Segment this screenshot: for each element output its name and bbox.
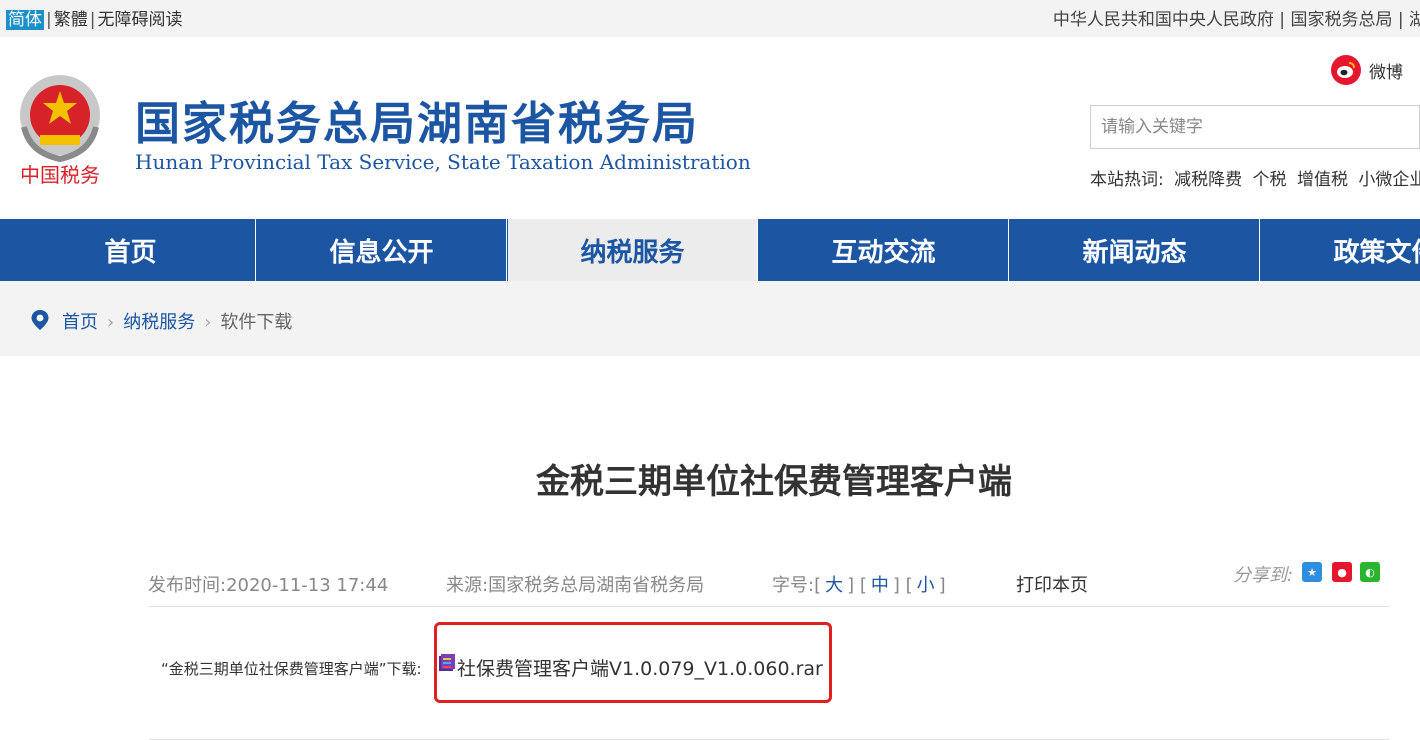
top-utility-bar: 简体 | 繁體 | 无障碍阅读 中华人民共和国中央人民政府 | 国家税务总局 | 湖 (0, 0, 1420, 37)
font-size-small-button[interactable]: 小 (917, 575, 935, 596)
font-size-medium-button[interactable]: 中 (871, 575, 889, 596)
breadcrumb-bar: 首页 › 纳税服务 › 软件下载 (0, 281, 1420, 356)
hot-word-link[interactable]: 小微企业 (1358, 170, 1420, 190)
breadcrumb-tax-service[interactable]: 纳税服务 (123, 312, 195, 333)
article-source: 来源:国家税务总局湖南省税务局 (446, 571, 704, 597)
lang-simplified-link[interactable]: 简体 (6, 10, 44, 30)
article-panel: 金税三期单位社保费管理客户端 发布时间:2020-11-13 17:44 来源:… (6, 356, 1420, 740)
accessibility-link[interactable]: 无障碍阅读 (97, 10, 182, 30)
breadcrumb-current: 软件下载 (220, 312, 293, 333)
publish-time: 发布时间:2020-11-13 17:44 (148, 571, 388, 597)
hot-word-link[interactable]: 减税降费 (1174, 170, 1242, 190)
weibo-link[interactable]: 微博 (1331, 55, 1403, 85)
weibo-share-icon[interactable]: ● (1332, 562, 1352, 582)
chevron-right-icon: › (107, 312, 115, 333)
highlight-box (434, 622, 832, 703)
language-switcher: 简体 | 繁體 | 无障碍阅读 (6, 5, 182, 30)
download-label: “金税三期单位社保费管理客户端”下载: (161, 660, 422, 678)
weibo-label: 微博 (1369, 62, 1403, 83)
breadcrumb-home[interactable]: 首页 (62, 312, 98, 333)
hot-words-label: 本站热词: (1090, 170, 1164, 190)
publish-time-label: 发布时间: (148, 575, 227, 596)
lang-traditional-link[interactable]: 繁體 (54, 10, 88, 30)
search-input[interactable] (1090, 105, 1420, 149)
publish-time-value: 2020-11-13 17:44 (226, 575, 389, 596)
gov-link-hunan[interactable]: 湖 (1409, 10, 1420, 30)
site-title[interactable]: 国家税务总局湖南省税务局 (135, 87, 699, 152)
wechat-share-icon[interactable]: ◐ (1360, 562, 1380, 582)
hot-words: 本站热词: 减税降费 个税 增值税 小微企业 (1090, 165, 1420, 190)
font-size-controls: 字号:[大] [中] [小] (772, 575, 946, 596)
qzone-share-icon[interactable]: ★ (1302, 562, 1322, 582)
separator: | (1273, 10, 1291, 30)
nav-item-news[interactable]: 新闻动态 (1010, 219, 1260, 281)
gov-link-central[interactable]: 中华人民共和国中央人民政府 (1053, 10, 1274, 30)
source-value: 国家税务总局湖南省税务局 (488, 575, 705, 596)
font-size-large-button[interactable]: 大 (825, 575, 843, 596)
gov-links: 中华人民共和国中央人民政府 | 国家税务总局 | 湖 (1053, 5, 1420, 30)
emblem-caption: 中国税务 (20, 163, 100, 187)
nav-item-policy-docs[interactable]: 政策文件 (1261, 219, 1420, 281)
site-header: 中国税务 国家税务总局湖南省税务局 Hunan Provincial Tax S… (0, 37, 1420, 219)
tax-emblem-logo: 中国税务 (20, 75, 100, 187)
nav-item-home[interactable]: 首页 (6, 219, 256, 281)
main-nav: 首页 信息公开 纳税服务 互动交流 新闻动态 政策文件 (0, 219, 1420, 281)
font-size-label: 字号: (772, 575, 815, 596)
weibo-icon (1331, 55, 1361, 85)
hot-word-link[interactable]: 增值税 (1297, 170, 1348, 190)
source-label: 来源: (446, 575, 489, 596)
location-pin-icon (31, 310, 49, 330)
site-subtitle: Hunan Provincial Tax Service, State Taxa… (135, 150, 751, 174)
print-page-button[interactable]: 打印本页 (1016, 571, 1088, 597)
gov-link-sat[interactable]: 国家税务总局 (1290, 10, 1392, 30)
separator: | (89, 10, 96, 30)
share-label: 分享到: (1233, 565, 1294, 586)
separator: | (46, 10, 52, 30)
hot-word-link[interactable]: 个税 (1253, 170, 1287, 190)
nav-item-tax-service[interactable]: 纳税服务 (508, 219, 758, 281)
nav-item-info-disclosure[interactable]: 信息公开 (257, 219, 507, 281)
separator: | (1392, 10, 1409, 30)
divider (149, 606, 1389, 607)
article-title: 金税三期单位社保费管理客户端 (536, 462, 1012, 502)
nav-item-interaction[interactable]: 互动交流 (759, 219, 1009, 281)
chevron-right-icon: › (204, 312, 212, 333)
breadcrumb: 首页 › 纳税服务 › 软件下载 (62, 308, 292, 334)
